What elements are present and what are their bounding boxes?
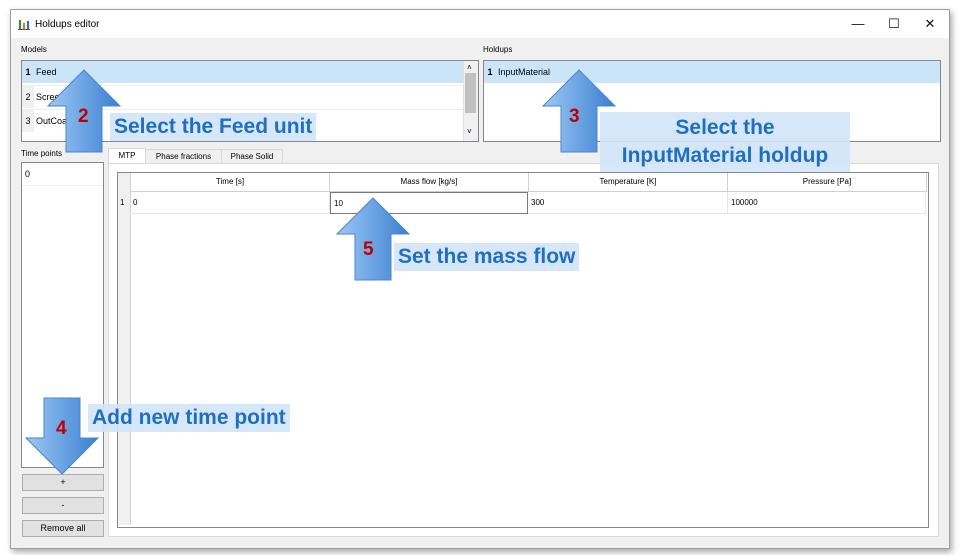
step3-number: 3 <box>569 106 580 127</box>
close-button[interactable]: ✕ <box>911 10 949 38</box>
models-label: Models <box>21 45 47 54</box>
scroll-thumb[interactable] <box>465 73 476 113</box>
title-bar: Holdups editor — ☐ ✕ <box>11 10 949 38</box>
app-icon <box>18 20 30 30</box>
list-item-label: 0 <box>25 169 31 179</box>
grid-row-number: 1 <box>120 198 125 207</box>
column-header-time[interactable]: Time [s] <box>131 173 330 192</box>
step2-text: Select the Feed unit <box>110 113 317 141</box>
step2-number: 2 <box>78 106 89 127</box>
step4-text: Add new time point <box>88 404 290 432</box>
column-header-temperature[interactable]: Temperature [K] <box>529 173 728 192</box>
column-header-pressure[interactable]: Pressure [Pa] <box>728 173 927 192</box>
add-time-point-button[interactable]: + <box>22 474 104 491</box>
step4-number: 4 <box>56 418 67 439</box>
minimize-button[interactable]: — <box>839 10 877 38</box>
models-scrollbar[interactable]: ˄ ˅ <box>463 61 478 141</box>
grid-row-header-column <box>118 173 131 525</box>
step3-text-line2: InputMaterial holdup <box>621 144 829 167</box>
window-title: Holdups editor <box>35 19 100 30</box>
list-item[interactable]: 0 <box>22 163 103 186</box>
cell-time[interactable]: 0 <box>130 192 330 214</box>
maximize-button[interactable]: ☐ <box>875 10 913 38</box>
step3-text-line1: Select the <box>675 116 775 139</box>
remove-all-button[interactable]: Remove all <box>22 520 104 537</box>
mtp-grid[interactable] <box>117 172 929 528</box>
holdups-label: Holdups <box>483 45 513 54</box>
step3-text: Select the InputMaterial holdup <box>600 112 850 172</box>
cell-pressure[interactable]: 100000 <box>728 192 926 214</box>
column-header-mass-flow[interactable]: Mass flow [kg/s] <box>330 173 529 192</box>
step5-number: 5 <box>363 239 374 260</box>
remove-time-point-button[interactable]: - <box>22 497 104 514</box>
step5-text: Set the mass flow <box>394 243 580 271</box>
cell-temperature[interactable]: 300 <box>528 192 728 214</box>
scroll-up-icon[interactable]: ˄ <box>467 63 472 72</box>
scroll-down-icon[interactable]: ˅ <box>467 127 472 136</box>
